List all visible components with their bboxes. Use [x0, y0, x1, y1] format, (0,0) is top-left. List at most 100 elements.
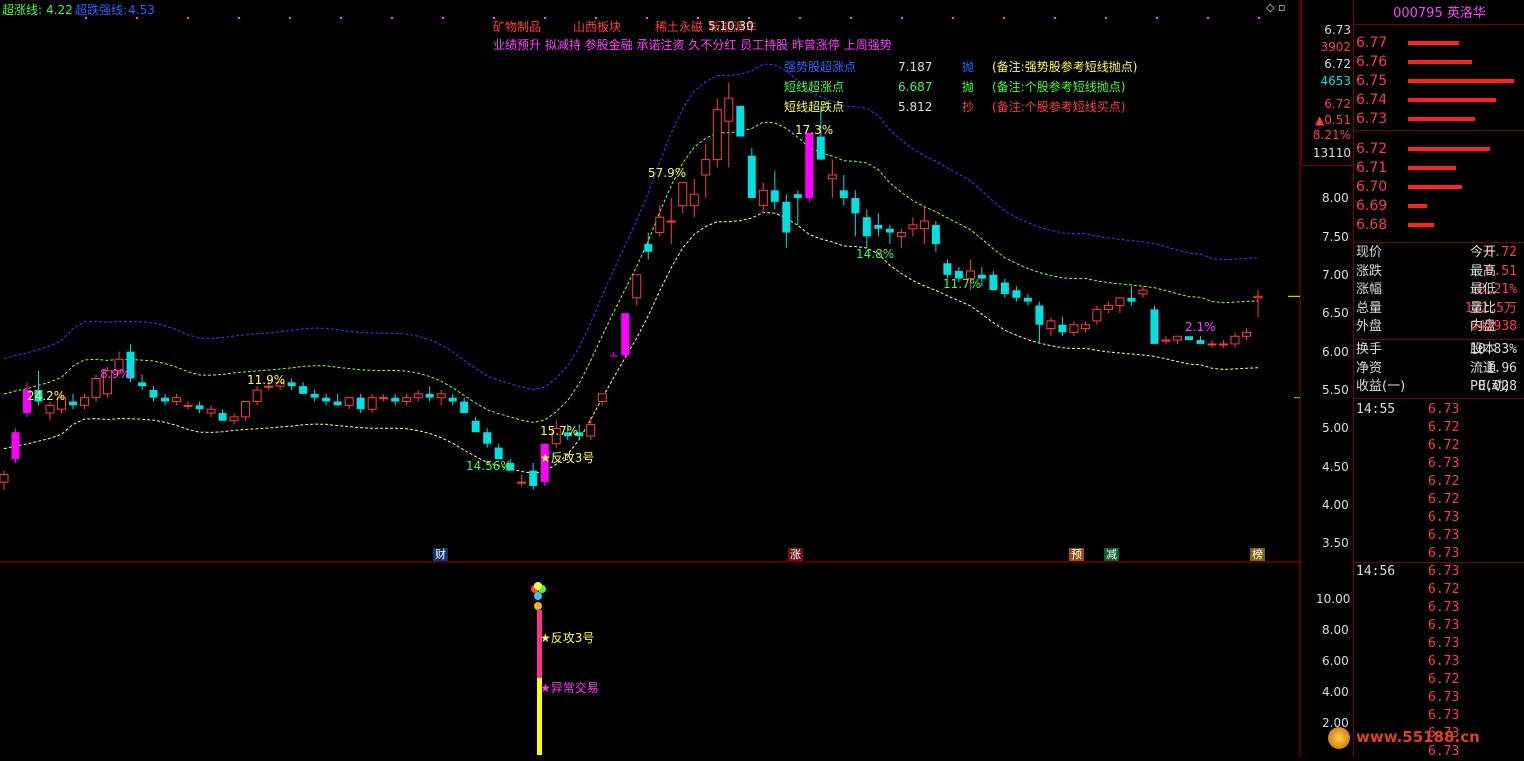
tick-row[interactable]: 6.73947 — [1354, 689, 1524, 707]
signal-3-action: 抄 — [962, 100, 975, 114]
top-dot — [493, 17, 495, 19]
candle-body — [1172, 335, 1182, 341]
tick-row[interactable]: 6.72481 — [1354, 419, 1524, 437]
annotation: 8.9% — [100, 367, 131, 381]
candle-body — [1012, 290, 1021, 298]
y-tick: 4.50 — [1322, 460, 1349, 474]
sell-row[interactable]: 6.75 — [1354, 72, 1524, 90]
marker-finance[interactable]: 财 — [433, 548, 448, 561]
buy-row[interactable]: 6.71 — [1354, 159, 1524, 177]
top-dot — [1105, 17, 1107, 19]
sell-row[interactable]: 6.76 — [1354, 53, 1524, 71]
sell-price: 6.77 — [1356, 35, 1388, 51]
candle-body — [11, 432, 20, 460]
buy-row[interactable]: 6.70 — [1354, 178, 1524, 196]
marker-list[interactable]: 榜 — [1250, 548, 1265, 561]
buy-row[interactable]: 6.72 — [1354, 140, 1524, 158]
marker-reduce[interactable]: 减 — [1104, 548, 1119, 561]
sell-bar — [1408, 98, 1496, 102]
buy-bar — [1408, 166, 1456, 170]
candle-body — [91, 377, 101, 399]
top-dot — [187, 17, 189, 19]
fund-label-2: 股本 — [1470, 342, 1497, 357]
price-label-top: 5.10.30 — [708, 19, 754, 33]
tick-price: 6.73 — [1428, 600, 1460, 615]
candle-body — [919, 220, 929, 230]
candle-body — [391, 397, 400, 402]
fund-label: 换手 — [1356, 342, 1383, 357]
y-tick: 8.00 — [1322, 191, 1349, 205]
tick-row[interactable]: 6.73141 — [1354, 617, 1524, 635]
candle-body — [483, 432, 492, 444]
tick-price: 6.72 — [1428, 420, 1460, 435]
candle-body — [241, 401, 251, 418]
tick-row[interactable]: 6.72418 — [1354, 491, 1524, 509]
candle-body — [770, 190, 779, 202]
tick-row[interactable]: 6.72742 — [1354, 671, 1524, 689]
diamond-icon[interactable]: ◇ — [1266, 1, 1274, 15]
marker-rise[interactable]: 涨 — [788, 548, 803, 561]
tick-time: 14:55 — [1356, 402, 1396, 417]
tick-row[interactable]: 6.72203 — [1354, 473, 1524, 491]
buy-price: 6.69 — [1356, 198, 1388, 214]
tick-row[interactable]: 6.72885 — [1354, 581, 1524, 599]
band-lower — [3, 211, 1259, 475]
candle-body — [1069, 324, 1079, 333]
tick-price: 6.73 — [1428, 456, 1460, 471]
fund-row: 收益(一) 0.028 PE(动) — [1354, 378, 1524, 396]
tick-row[interactable]: 6.73463 — [1354, 635, 1524, 653]
marker-forecast[interactable]: 预 — [1069, 548, 1084, 561]
kline-chart[interactable]: 超涨线: 4.22 超跌强线: 4.53 ◇ ▫ 矿物制品 山西板块 稀土永磁 … — [0, 0, 1301, 757]
signal-3-value: 5.812 — [898, 100, 933, 114]
candle-body — [322, 397, 331, 402]
buy-bar — [1408, 223, 1434, 227]
candle-body — [885, 228, 894, 233]
sell-price: 6.76 — [1356, 54, 1388, 70]
tick-row[interactable]: 6.73359 — [1354, 527, 1524, 545]
indicator2-label: 超跌强线: — [75, 3, 128, 17]
tick-row[interactable]: 6.73739 — [1354, 653, 1524, 671]
window-controls[interactable]: ◇ ▫ — [1266, 1, 1288, 15]
sell-row[interactable]: 6.77 — [1354, 34, 1524, 52]
candle-body — [827, 174, 837, 180]
sell-price: 6.75 — [1356, 73, 1388, 89]
stock-title[interactable]: 000795 英洛华 — [1354, 5, 1524, 23]
tick-row[interactable]: 6.731528 — [1354, 707, 1524, 725]
tick-row[interactable]: 6.731027 — [1354, 599, 1524, 617]
fund-row: 净资 1.96 流通 — [1354, 360, 1524, 378]
restore-icon[interactable]: ▫ — [1278, 1, 1285, 15]
tick-row[interactable]: 6.72227 — [1354, 437, 1524, 455]
quote-label: 总量 — [1356, 300, 1383, 316]
candle-body — [0, 473, 9, 483]
quote-row: 涨跌 0.51 最高 — [1354, 263, 1524, 281]
candle-body — [609, 355, 618, 357]
candle-body — [851, 198, 860, 214]
candle-body — [344, 397, 354, 406]
buy-row[interactable]: 6.69 — [1354, 197, 1524, 215]
quote-row: 现价 6.72 今开 — [1354, 244, 1524, 262]
tick-row[interactable]: 14:556.7393 — [1354, 401, 1524, 419]
candle-body — [793, 194, 802, 198]
buy-row[interactable]: 6.68 — [1354, 216, 1524, 234]
buy-price: 6.68 — [1356, 217, 1388, 233]
tick-row[interactable]: 6.73231 — [1354, 545, 1524, 563]
sell-row[interactable]: 6.74 — [1354, 91, 1524, 109]
candle-body — [597, 393, 607, 403]
sell-row[interactable]: 6.73 — [1354, 110, 1524, 128]
y-tick: 6.00 — [1322, 345, 1349, 359]
top-dot — [1258, 17, 1260, 19]
tick-row[interactable]: 14:566.73332 — [1354, 563, 1524, 581]
y-tick-sub: 8.00 — [1322, 623, 1349, 637]
tick-price: 6.73 — [1428, 564, 1460, 579]
candle-body — [736, 105, 745, 137]
sell-bar — [1408, 79, 1514, 83]
top-dot — [799, 17, 801, 19]
candle-body — [310, 393, 319, 398]
annotation: 15.7% — [540, 424, 579, 438]
tick-row[interactable]: 6.73504 — [1354, 455, 1524, 473]
buy-bar — [1408, 185, 1462, 189]
tick-row[interactable]: 6.73242 — [1354, 509, 1524, 527]
top-dot — [646, 17, 648, 19]
candle-body — [678, 182, 688, 207]
sell-bar — [1408, 41, 1459, 45]
